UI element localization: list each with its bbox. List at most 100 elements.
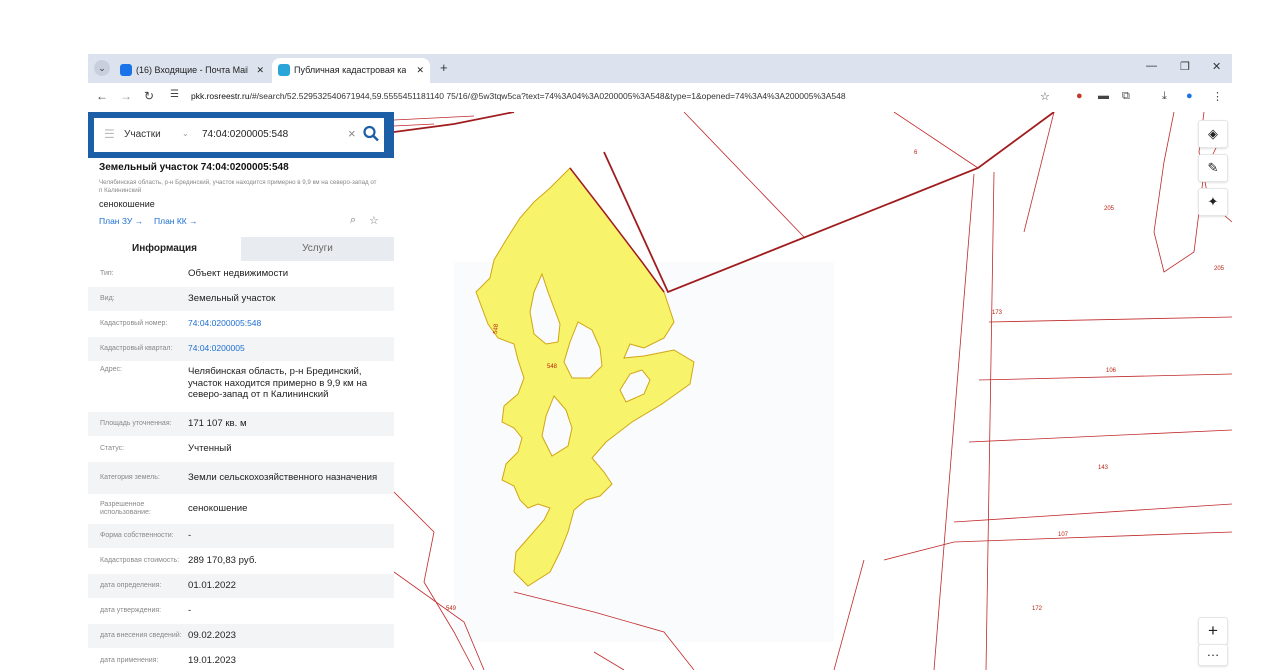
parcel-use: сенокошение [99, 199, 155, 209]
parcel-label-205: 205 [1104, 206, 1115, 212]
row-label: дата утверждения: [100, 607, 162, 614]
row-value: - [188, 530, 192, 542]
address-bar: ← → ↻ ☰ pkk.rosreestr.ru/#/search/52.529… [88, 83, 1232, 112]
parcel-label-143: 143 [1098, 465, 1109, 471]
download-icon[interactable]: ⤓ [1162, 90, 1167, 103]
row-label: Разрешенное использование: [100, 501, 151, 516]
info-row: Вид: Земельный участок [88, 287, 394, 312]
plan-kk-link[interactable]: План КК → [154, 216, 198, 226]
row-label: дата применения: [100, 657, 159, 664]
parcel-title: Земельный участок 74:04:0200005:548 [99, 162, 289, 173]
locate-icon[interactable]: ✦ [1198, 188, 1228, 216]
site-settings-icon[interactable]: ☰ [170, 89, 179, 100]
search-box: ☰ Участки ⌄ × [94, 118, 384, 152]
info-row: Тип: Объект недвижимости [88, 262, 394, 287]
extension-icon[interactable]: ● [1076, 90, 1083, 102]
row-value: Земельный участок [188, 293, 276, 305]
info-tabs: Информация Услуги [88, 237, 394, 261]
cadastral-number-link[interactable]: 74:04:0200005:548 [188, 318, 394, 330]
menu-dots-icon[interactable]: ⋮ [1212, 90, 1223, 103]
puzzle-icon[interactable]: ⧉ [1122, 90, 1130, 103]
zoom-in-icon[interactable]: + [1198, 617, 1228, 645]
info-row: дата применения: 19.01.2023 [88, 649, 394, 670]
more-icon[interactable]: … [1198, 644, 1228, 666]
clear-icon[interactable]: × [348, 126, 356, 141]
row-label: Кадастровая стоимость: [100, 557, 180, 564]
row-label: Категория земель: [100, 474, 160, 481]
info-row: дата внесения сведений: 09.02.2023 [88, 624, 394, 649]
info-row: Разрешенное использование: сенокошение [88, 495, 394, 524]
search-bar: ☰ Участки ⌄ × [88, 112, 394, 158]
info-row: Кадастровый номер: 74:04:0200005:548 [88, 312, 394, 337]
info-row: Статус: Учтенный [88, 437, 394, 462]
row-label: дата определения: [100, 582, 162, 589]
tab-services[interactable]: Услуги [241, 237, 394, 261]
parcel-label-107: 107 [1058, 532, 1069, 538]
parcel-label-106: 106 [1106, 368, 1117, 374]
back-icon[interactable]: ← [96, 89, 108, 103]
info-row: дата утверждения: - [88, 599, 394, 624]
favorite-icon[interactable]: ☆ [369, 214, 379, 227]
browser-window: ⌄ (16) Входящие - Почта Mail ✕ Публичная… [88, 54, 1232, 670]
ruler-icon[interactable]: ✎ [1198, 154, 1228, 182]
row-label: Площадь уточненная: [100, 420, 172, 427]
row-value: Земли сельскохозяйственного назначения [188, 472, 378, 484]
map-favicon-icon [278, 64, 290, 76]
profile-icon[interactable]: ● [1186, 90, 1193, 102]
layers-icon[interactable]: ◈ [1198, 120, 1228, 148]
tab-cadastral-map[interactable]: Публичная кадастровая карта ✕ [272, 58, 430, 83]
search-icon[interactable] [362, 124, 380, 144]
hamburger-icon[interactable]: ☰ [104, 127, 115, 141]
parcel-label-548: 548 [547, 364, 558, 370]
extension-icon[interactable]: ▬ [1098, 90, 1109, 102]
restore-icon[interactable]: ❐ [1180, 60, 1190, 73]
url-field[interactable]: pkk.rosreestr.ru/#/search/52.52953254067… [191, 91, 1021, 101]
row-value: 289 170,83 руб. [188, 555, 257, 567]
forward-icon[interactable]: → [120, 89, 132, 103]
row-value: Челябинская область, р-н Брединский, уча… [188, 366, 368, 400]
tab-label: Публичная кадастровая карта [294, 65, 406, 75]
close-icon[interactable]: ✕ [416, 58, 424, 83]
info-row: Категория земель: Земли сельскохозяйствен… [88, 462, 394, 495]
tab-info[interactable]: Информация [88, 237, 241, 261]
parcel-label-172: 172 [1032, 606, 1043, 612]
chevron-down-icon[interactable]: ⌄ [182, 129, 189, 138]
row-label: Кадастровый квартал: [100, 345, 173, 352]
row-value: 09.02.2023 [188, 630, 237, 642]
row-label: Форма собственности: [100, 532, 174, 539]
cadastral-quarter-link[interactable]: 74:04:0200005 [188, 343, 394, 355]
row-label: Статус: [100, 445, 125, 452]
info-row: дата определения: 01.01.2022 [88, 574, 394, 599]
parcel-address: Челябинская область, р-н Брединский, уча… [99, 179, 377, 194]
search-type-select[interactable]: Участки [124, 129, 161, 140]
map-canvas: 548 548 549 6 205 205 173 106 143 107 17… [394, 112, 1232, 670]
search-input[interactable] [202, 129, 342, 140]
star-icon[interactable]: ☆ [1040, 90, 1050, 103]
row-value: - [188, 605, 192, 617]
row-value: 19.01.2023 [188, 655, 237, 667]
row-value: сенокошение [188, 503, 248, 515]
row-value: 01.01.2022 [188, 580, 237, 592]
parcel-label-205: 205 [1214, 266, 1225, 272]
zoom-to-icon[interactable]: ⌕ [350, 214, 356, 227]
info-row: Кадастровый квартал: 74:04:0200005 [88, 337, 394, 362]
minimize-icon[interactable]: — [1146, 60, 1157, 72]
close-icon[interactable]: ✕ [256, 58, 264, 83]
cadastral-map[interactable]: 548 548 549 6 205 205 173 106 143 107 17… [394, 112, 1232, 670]
plan-zu-link[interactable]: План ЗУ → [99, 216, 143, 226]
row-value: Объект недвижимости [188, 268, 289, 280]
row-value: Учтенный [188, 443, 232, 455]
reload-icon[interactable]: ↻ [144, 89, 154, 103]
row-value: 171 107 кв. м [188, 418, 247, 430]
mail-favicon-icon [120, 64, 132, 76]
parcel-label-549: 549 [446, 606, 457, 612]
row-label: дата внесения сведений: [100, 632, 182, 639]
plus-icon[interactable]: + [440, 60, 448, 75]
info-list: Тип: Объект недвижимости Вид: Земельный уч… [88, 262, 394, 670]
tab-mail[interactable]: (16) Входящие - Почта Mail ✕ [114, 58, 270, 83]
close-window-icon[interactable]: ✕ [1212, 60, 1221, 73]
chevron-down-icon[interactable]: ⌄ [94, 60, 110, 76]
info-row: Адрес: Челябинская область, р-н Бредински… [88, 362, 394, 412]
info-row: Кадастровая стоимость: 289 170,83 руб. [88, 549, 394, 574]
tab-bar: ⌄ (16) Входящие - Почта Mail ✕ Публичная… [88, 54, 1232, 83]
